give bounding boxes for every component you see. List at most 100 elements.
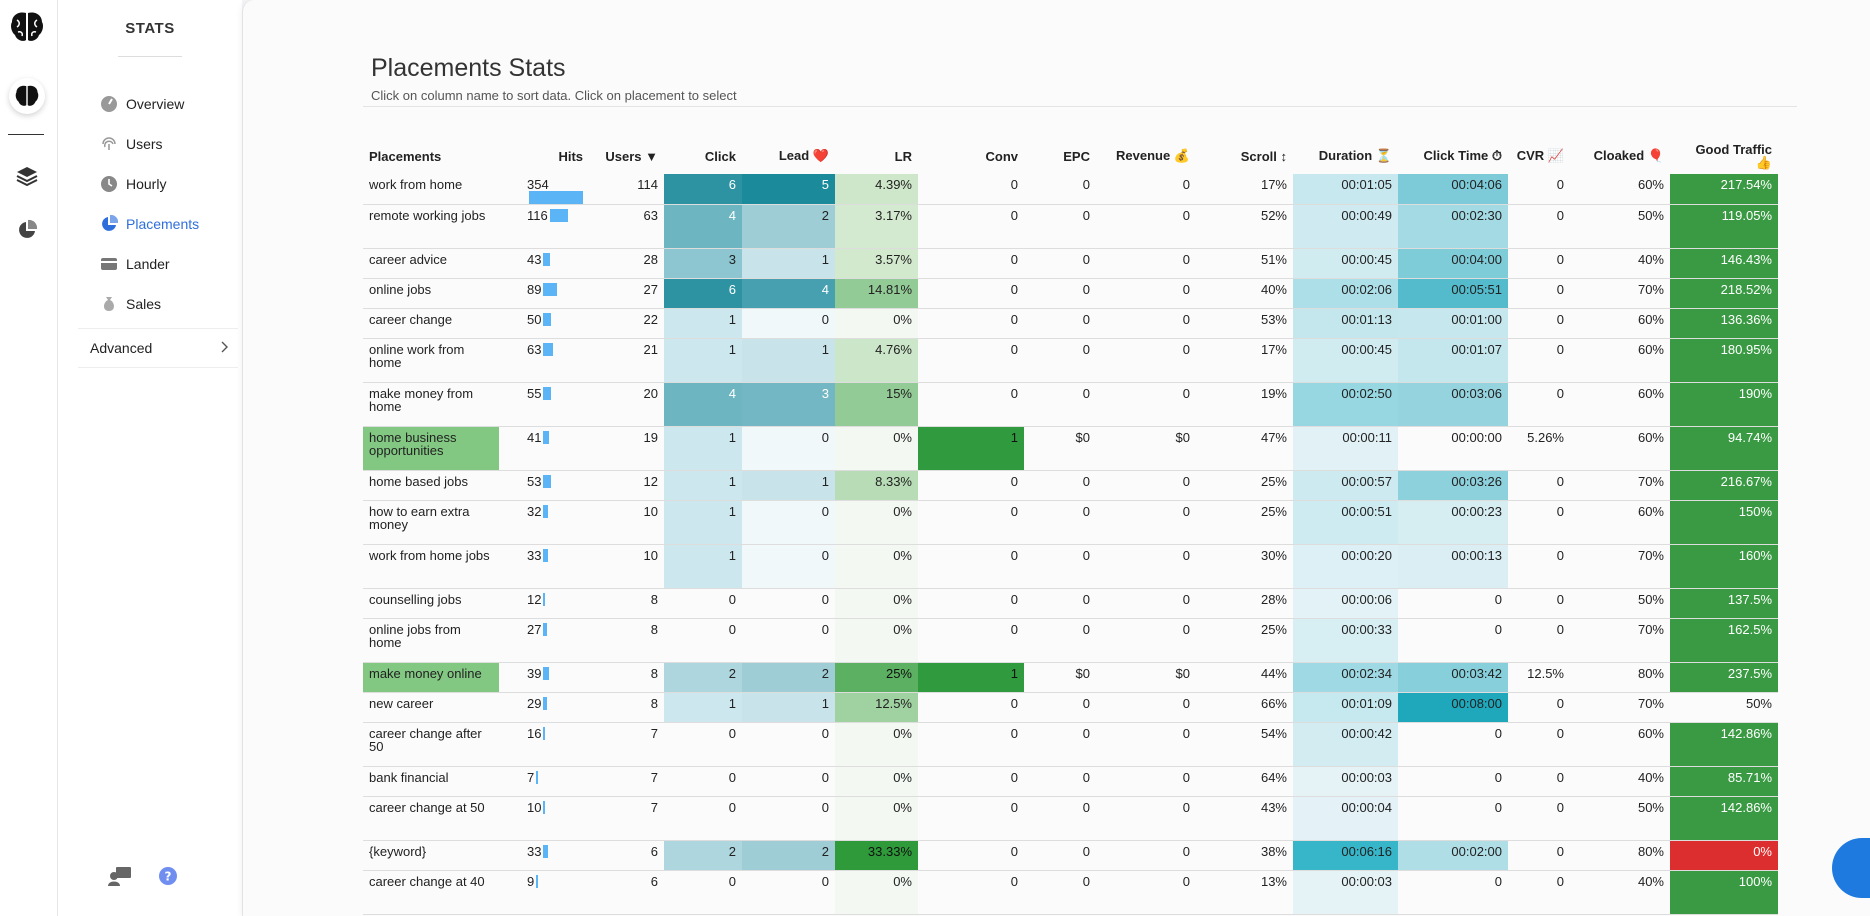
cell-placement[interactable]: online work from home [363,338,499,383]
sidebar-item-hourly[interactable]: Hourly [100,164,199,204]
cell-lr: 8.33% [835,470,918,501]
cell-revenue: 0 [1096,870,1196,915]
cell-click-time: 0 [1398,618,1508,663]
table-row[interactable]: work from home 354 114 6 5 4.39% 0 0 0 17% 00:01:0… [363,174,1778,205]
cell-hits: 33 [499,544,589,589]
table-row[interactable]: online jobs 89 27 6 4 14.81% 0 0 0 40% 00:02:06 00:… [363,278,1778,309]
rail-reports-button[interactable] [9,212,45,248]
cell-lead: 0 [742,500,835,545]
cell-cloaked: 70% [1570,470,1670,501]
cell-placement[interactable]: bank financial [363,766,499,797]
column-header-cloaked[interactable]: Cloaked 🎈 [1570,138,1670,174]
column-header-lr[interactable]: LR [835,138,918,174]
column-header-click[interactable]: Click [664,138,742,174]
hits-value: 33 [527,548,542,563]
cell-revenue: 0 [1096,204,1196,249]
column-header-epc[interactable]: EPC [1024,138,1096,174]
table-row[interactable]: career change at 40 9 6 0 0 0% 0 0 0 13% 00:00:03 0… [363,870,1778,915]
column-header-lead[interactable]: Lead ❤️ [742,138,835,174]
cell-placement[interactable]: new career [363,692,499,723]
cell-hits: 9 [499,870,589,915]
column-header-scroll[interactable]: Scroll ↕ [1196,138,1293,174]
cell-cvr: 0 [1508,174,1570,205]
cell-placement[interactable]: make money from home [363,382,499,427]
table-row[interactable]: home business opportunities 41 19 1 0 0% 1 $0 $0… [363,426,1778,471]
cell-placement[interactable]: work from home jobs [363,544,499,589]
rail-layers-button[interactable] [9,158,45,194]
cell-placement[interactable]: make money online [363,662,499,693]
sidebar-item-placements[interactable]: Placements [100,204,199,244]
cell-click: 1 [664,544,742,589]
hits-value: 354 [527,177,549,192]
cell-lead: 1 [742,338,835,383]
help-icon[interactable]: ? [158,866,178,891]
column-header-hits[interactable]: Hits [499,138,589,174]
table-row[interactable]: bank financial 7 7 0 0 0% 0 0 0 64% 00:00:03 0 0 40% 8… [363,766,1778,797]
column-header-cvr[interactable]: CVR 📈 [1508,138,1570,174]
sidebar-item-users[interactable]: Users [100,124,199,164]
column-header-users[interactable]: Users ▼ [589,138,664,174]
brain-logo-icon[interactable] [9,10,45,44]
cell-placement[interactable]: how to earn extra money [363,500,499,545]
cell-users: 63 [589,204,664,249]
table-row[interactable]: career change after 50 16 7 0 0 0% 0 0 0 54% 00:00… [363,722,1778,767]
cell-users: 19 [589,426,664,471]
rail-stats-button[interactable] [9,78,45,114]
cell-placement[interactable]: career advice [363,248,499,279]
cell-placement[interactable]: online jobs from home [363,618,499,663]
cell-conv: 0 [918,500,1024,545]
cell-placement[interactable]: work from home [363,174,499,205]
column-header-duration[interactable]: Duration ⏳ [1293,138,1398,174]
cell-scroll: 19% [1196,382,1293,427]
table-row[interactable]: home based jobs 53 12 1 1 8.33% 0 0 0 25% 00:00:57… [363,470,1778,501]
cell-hits: 12 [499,588,589,619]
cell-users: 8 [589,692,664,723]
cell-lead: 0 [742,870,835,915]
column-header-click-time[interactable]: Click Time ⏱ [1398,138,1508,174]
support-agent-icon[interactable] [108,866,132,891]
cell-conv: 1 [918,662,1024,693]
table-row[interactable]: remote working jobs 116 63 4 2 3.17% 0 0 0 52% 00:… [363,204,1778,249]
table-row[interactable]: how to earn extra money 32 10 1 0 0% 0 0 0 25% 00:… [363,500,1778,545]
cell-placement[interactable]: home business opportunities [363,426,499,471]
column-header-good-traffic[interactable]: Good Traffic 👍 [1670,138,1778,174]
sidebar-item-lander[interactable]: Lander [100,244,199,284]
cell-placement[interactable]: career change at 50 [363,796,499,841]
cell-revenue: 0 [1096,308,1196,339]
table-row[interactable]: {keyword} 33 6 2 2 33.33% 0 0 0 38% 00:06:16 00:02:… [363,840,1778,871]
cell-epc: 0 [1024,308,1096,339]
cell-duration: 00:00:51 [1293,500,1398,545]
cell-placement[interactable]: home based jobs [363,470,499,501]
table-row[interactable]: career change at 50 10 7 0 0 0% 0 0 0 43% 00:00:04… [363,796,1778,841]
cell-placement[interactable]: career change [363,308,499,339]
cell-placement[interactable]: career change at 40 [363,870,499,915]
table-row[interactable]: work from home jobs 33 10 1 0 0% 0 0 0 30% 00:00:2… [363,544,1778,589]
table-row[interactable]: new career 29 8 1 1 12.5% 0 0 0 66% 00:01:09 00:08:… [363,692,1778,723]
cell-placement[interactable]: remote working jobs [363,204,499,249]
table-row[interactable]: counselling jobs 12 8 0 0 0% 0 0 0 28% 00:00:06 0 0 5… [363,588,1778,619]
hits-value: 7 [527,770,535,785]
cell-placement[interactable]: {keyword} [363,840,499,871]
table-row[interactable]: online jobs from home 27 8 0 0 0% 0 0 0 25% 00:00:… [363,618,1778,663]
cell-click-time: 00:03:42 [1398,662,1508,693]
table-row[interactable]: career advice 43 28 3 1 3.57% 0 0 0 51% 00:00:45 00… [363,248,1778,279]
advanced-toggle[interactable]: Advanced [78,328,238,368]
cell-cloaked: 70% [1570,692,1670,723]
sidebar-item-overview[interactable]: Overview [100,84,199,124]
table-row[interactable]: make money from home 55 20 4 3 15% 0 0 0 19% 00:02… [363,382,1778,427]
cell-conv: 0 [918,722,1024,767]
cell-good-traffic: 119.05% [1670,204,1778,249]
sidebar-item-sales[interactable]: Sales [100,284,199,324]
cell-lr: 25% [835,662,918,693]
cell-placement[interactable]: career change after 50 [363,722,499,767]
hits-bar [543,505,549,518]
column-header-placement[interactable]: Placements [363,138,499,174]
table-row[interactable]: online work from home 63 21 1 1 4.76% 0 0 0 17% 00… [363,338,1778,383]
table-row[interactable]: make money online 39 8 2 2 25% 1 $0 $0 44% 00:02:3… [363,662,1778,693]
column-header-conv[interactable]: Conv [918,138,1024,174]
cell-click-time: 00:05:51 [1398,278,1508,309]
table-row[interactable]: career change 50 22 1 0 0% 0 0 0 53% 00:01:13 00:01… [363,308,1778,339]
cell-placement[interactable]: online jobs [363,278,499,309]
column-header-revenue[interactable]: Revenue 💰 [1096,138,1196,174]
cell-placement[interactable]: counselling jobs [363,588,499,619]
